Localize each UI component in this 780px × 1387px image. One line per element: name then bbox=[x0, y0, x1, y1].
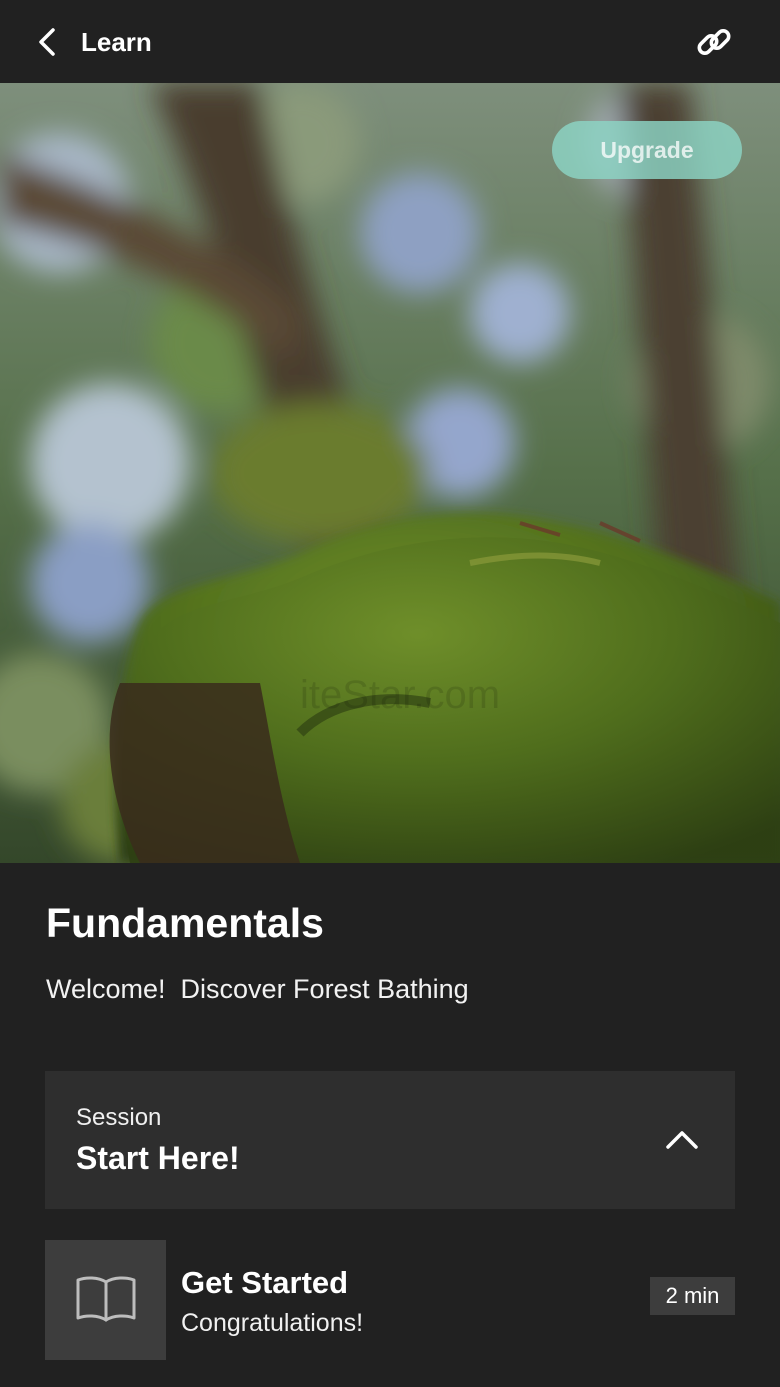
book-icon bbox=[76, 1276, 135, 1322]
share-link-button[interactable] bbox=[692, 20, 736, 64]
chevron-left-icon bbox=[39, 28, 55, 56]
course-title: Fundamentals bbox=[46, 900, 324, 946]
top-app-bar: Learn bbox=[0, 0, 780, 83]
session-card[interactable]: Session Start Here! bbox=[45, 1071, 735, 1209]
link-icon bbox=[697, 29, 731, 55]
forest-moss-photo: iteStar.com bbox=[0, 83, 780, 863]
hero-image: iteStar.com Upgrade bbox=[0, 83, 780, 863]
chevron-up-icon[interactable] bbox=[665, 1123, 699, 1157]
back-button[interactable] bbox=[28, 22, 68, 62]
duration-badge: 2 min bbox=[650, 1277, 735, 1315]
lesson-subtitle: Congratulations! bbox=[181, 1309, 364, 1337]
upgrade-button[interactable]: Upgrade bbox=[552, 121, 742, 179]
page-title: Learn bbox=[81, 27, 152, 57]
lesson-item[interactable]: Get Started Congratulations! 2 min bbox=[45, 1240, 735, 1360]
watermark: iteStar.com bbox=[300, 673, 500, 717]
session-label: Session bbox=[76, 1104, 162, 1131]
session-name: Start Here! bbox=[76, 1140, 240, 1176]
lesson-thumbnail bbox=[45, 1240, 166, 1360]
course-subtitle: Welcome! Discover Forest Bathing bbox=[46, 974, 469, 1004]
lesson-title: Get Started bbox=[181, 1265, 349, 1300]
